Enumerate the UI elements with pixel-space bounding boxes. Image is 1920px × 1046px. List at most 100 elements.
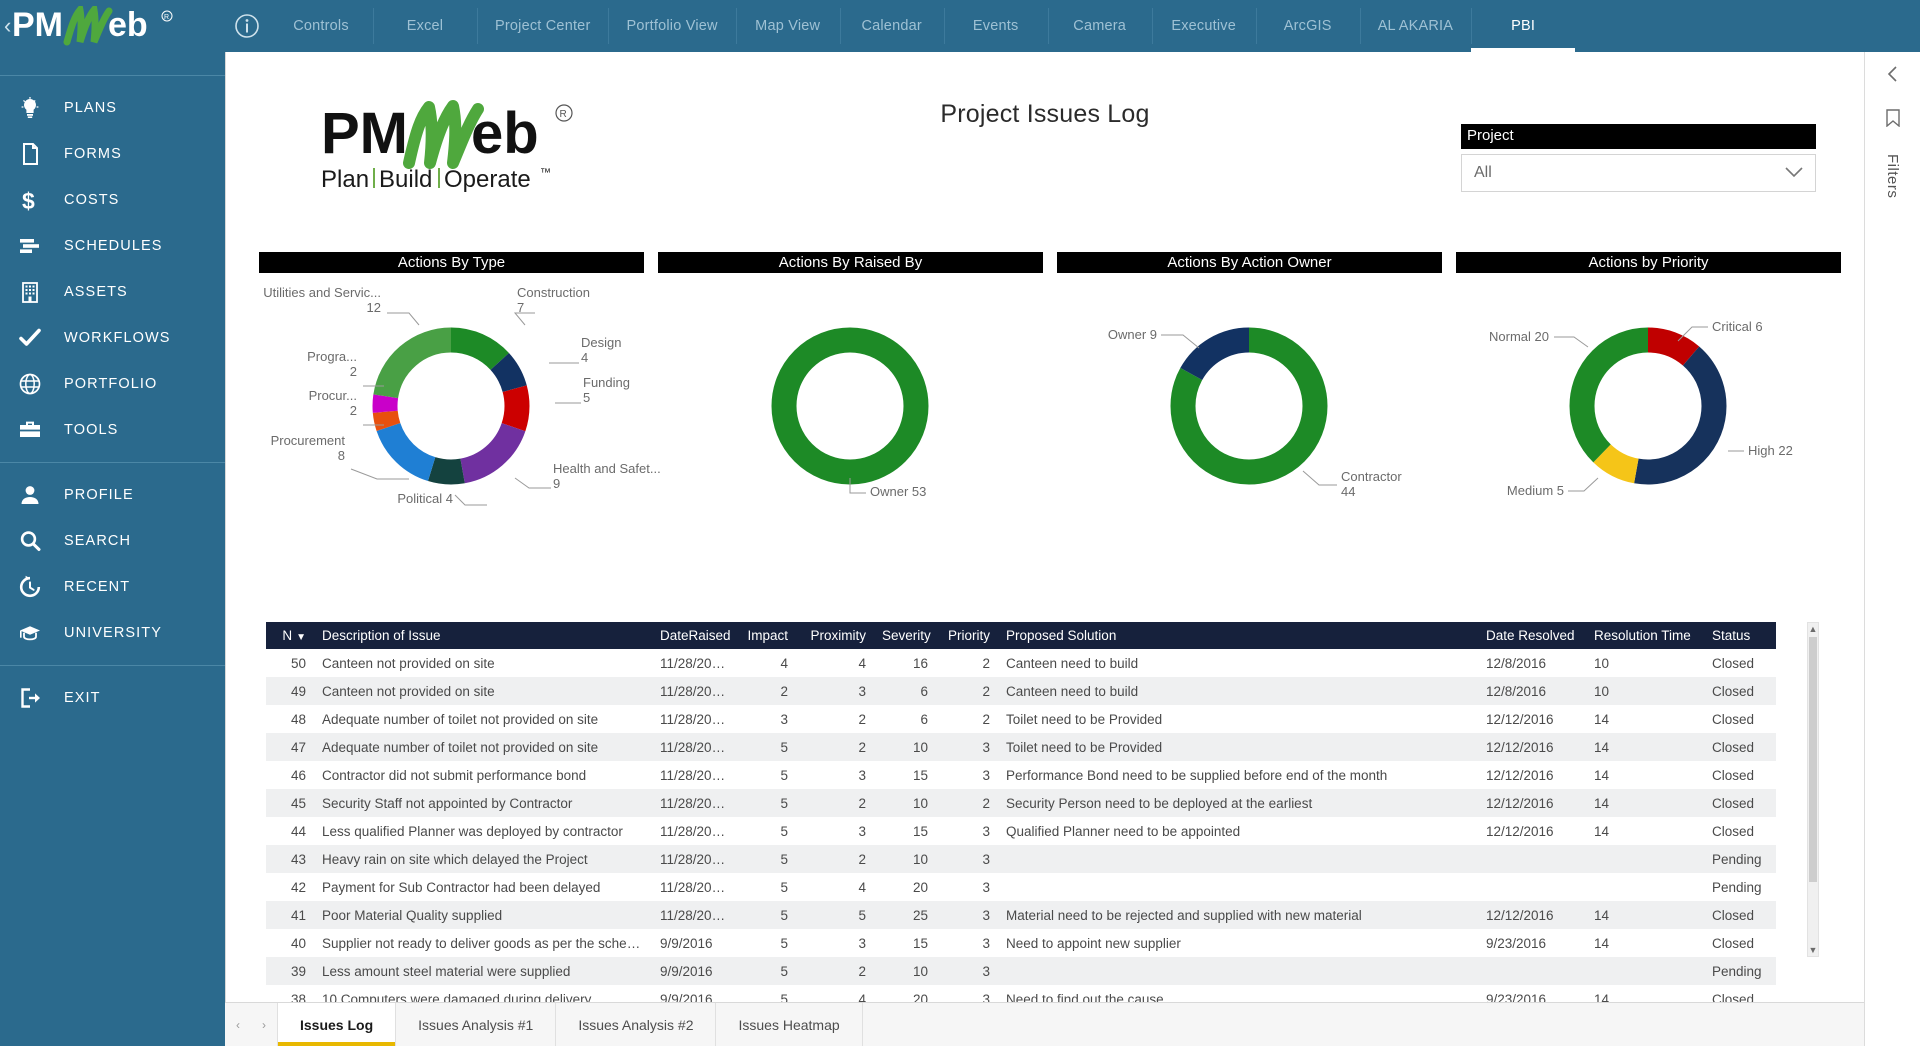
sidebar-item-costs[interactable]: $ COSTS (0, 177, 225, 223)
table-row[interactable]: 41Poor Material Quality supplied11/28/20… (266, 901, 1776, 929)
table-row[interactable]: 46Contractor did not submit performance … (266, 761, 1776, 789)
slice-label-value: 44 (1341, 484, 1355, 499)
collapse-sidebar-icon[interactable]: ‹ (4, 15, 11, 37)
tab-prev-button[interactable]: ‹ (236, 1018, 240, 1032)
nav-item-project-center[interactable]: Project Center (477, 0, 608, 52)
col-header-resolution-time[interactable]: Resolution Time (1586, 622, 1704, 649)
col-header-status[interactable]: Status (1704, 622, 1776, 649)
sidebar-item-schedules[interactable]: SCHEDULES (0, 223, 225, 269)
table-cell-impact: 5 (734, 789, 796, 817)
table-row[interactable]: 48Adequate number of toilet not provided… (266, 705, 1776, 733)
graduation-cap-icon (18, 621, 64, 645)
table-cell-n: 40 (266, 929, 314, 957)
nav-item-events[interactable]: Events (944, 0, 1048, 52)
nav-item-controls[interactable]: Controls (269, 0, 373, 52)
bookmark-icon[interactable] (1885, 109, 1901, 132)
sidebar-item-recent[interactable]: RECENT (0, 564, 225, 610)
chart-actions-by-action-owner[interactable]: Actions By Action Owner (1057, 252, 1442, 563)
scroll-down-arrow-icon[interactable]: ▼ (1808, 944, 1818, 956)
table-row[interactable]: 45Security Staff not appointed by Contra… (266, 789, 1776, 817)
table-row[interactable]: 44Less qualified Planner was deployed by… (266, 817, 1776, 845)
col-header-description[interactable]: Description of Issue (314, 622, 652, 649)
chart-actions-by-raised-by[interactable]: Actions By Raised By Owner 53 (658, 252, 1043, 563)
nav-label: Project Center (495, 18, 590, 34)
sidebar-item-label: SCHEDULES (64, 238, 163, 254)
slice-label-text: Contractor (1341, 469, 1402, 484)
sidebar-item-label: PORTFOLIO (64, 376, 157, 392)
table-row[interactable]: 39Less amount steel material were suppli… (266, 957, 1776, 985)
tab-issues-log[interactable]: Issues Log (277, 1003, 396, 1046)
nav-item-arcgis[interactable]: ArcGIS (1256, 0, 1360, 52)
table-row[interactable]: 47Adequate number of toilet not provided… (266, 733, 1776, 761)
nav-item-pbi[interactable]: PBI (1471, 0, 1575, 52)
table-cell-proximity: 3 (796, 817, 874, 845)
sidebar-item-forms[interactable]: FORMS (0, 131, 225, 177)
sort-desc-icon[interactable]: ▼ (296, 632, 306, 643)
table-row[interactable]: 49Canteen not provided on site11/28/2016… (266, 677, 1776, 705)
sidebar-item-workflows[interactable]: WORKFLOWS (0, 315, 225, 361)
table-cell-resolution-time: 14 (1586, 901, 1704, 929)
table-row[interactable]: 42Payment for Sub Contractor had been de… (266, 873, 1776, 901)
nav-item-al-akaria[interactable]: AL AKARIA (1360, 0, 1471, 52)
nav-item-calendar[interactable]: Calendar (840, 0, 944, 52)
sidebar-item-label: EXIT (64, 690, 101, 706)
col-header-n[interactable]: N▼ (266, 622, 314, 649)
info-icon[interactable] (225, 13, 269, 39)
slice-label-critical: Critical 6 (1712, 319, 1763, 334)
tab-issues-analysis-2[interactable]: Issues Analysis #2 (556, 1003, 716, 1046)
col-header-date-resolved[interactable]: Date Resolved (1478, 622, 1586, 649)
table-cell-impact: 2 (734, 677, 796, 705)
sidebar-item-plans[interactable]: PLANS (0, 85, 225, 131)
nav-item-portfolio-view[interactable]: Portfolio View (608, 0, 735, 52)
table-cell-severity: 15 (874, 929, 936, 957)
col-header-proposed-solution[interactable]: Proposed Solution (998, 622, 1478, 649)
scrollbar-thumb[interactable] (1809, 637, 1817, 882)
project-dropdown[interactable]: All (1461, 154, 1816, 192)
donut-actions-by-raised-by (658, 273, 1043, 563)
table-vertical-scrollbar[interactable]: ▲ ▼ (1807, 622, 1819, 957)
scroll-up-arrow-icon[interactable]: ▲ (1808, 623, 1818, 635)
chevron-down-icon[interactable] (1785, 166, 1803, 181)
nav-item-executive[interactable]: Executive (1152, 0, 1256, 52)
sidebar-item-assets[interactable]: ASSETS (0, 269, 225, 315)
slice-label-procurement: Procurement 8 (239, 433, 345, 463)
table-cell-proposed-solution: Toilet need to be Provided (998, 705, 1478, 733)
table-row[interactable]: 40Supplier not ready to deliver goods as… (266, 929, 1776, 957)
col-header-severity[interactable]: Severity (874, 622, 936, 649)
slice-label-health-and-safety: Health and Safet... 9 (553, 461, 661, 491)
tab-next-button[interactable]: › (262, 1018, 266, 1032)
sidebar-item-exit[interactable]: EXIT (0, 675, 225, 721)
sidebar-item-profile[interactable]: PROFILE (0, 472, 225, 518)
nav-item-excel[interactable]: Excel (373, 0, 477, 52)
nav-item-map-view[interactable]: Map View (736, 0, 840, 52)
col-header-dateraised[interactable]: DateRaised (652, 622, 734, 649)
sidebar-item-tools[interactable]: TOOLS (0, 407, 225, 453)
col-header-impact[interactable]: Impact (734, 622, 796, 649)
table-row[interactable]: 50Canteen not provided on site11/28/2016… (266, 649, 1776, 677)
table-cell-date-resolved: 12/12/2016 (1478, 789, 1586, 817)
sidebar-item-label: FORMS (64, 146, 122, 162)
col-header-proximity[interactable]: Proximity (796, 622, 874, 649)
sidebar-item-university[interactable]: UNIVERSITY (0, 610, 225, 656)
chart-actions-by-type[interactable]: Actions By Type (259, 252, 644, 563)
col-header-priority[interactable]: Priority (936, 622, 998, 649)
nav-item-camera[interactable]: Camera (1048, 0, 1152, 52)
sidebar-item-portfolio[interactable]: PORTFOLIO (0, 361, 225, 407)
table-cell-n: 41 (266, 901, 314, 929)
table-cell-resolution-time: 14 (1586, 761, 1704, 789)
pmweb-logo-icon: PM eb R (12, 6, 182, 46)
table-cell-n: 47 (266, 733, 314, 761)
table-cell-priority: 2 (936, 649, 998, 677)
table-cell-proximity: 3 (796, 677, 874, 705)
tab-issues-analysis-1[interactable]: Issues Analysis #1 (396, 1003, 556, 1046)
chart-actions-by-priority[interactable]: Actions by Priority (1456, 252, 1841, 563)
sidebar-item-search[interactable]: SEARCH (0, 518, 225, 564)
tab-issues-heatmap[interactable]: Issues Heatmap (716, 1003, 862, 1046)
table-cell-dateraised: 11/28/2016 (652, 733, 734, 761)
app-logo[interactable]: ‹ PM eb R (0, 0, 225, 52)
table-cell-priority: 2 (936, 677, 998, 705)
chevron-left-icon[interactable] (1886, 66, 1900, 87)
table-row[interactable]: 43Heavy rain on site which delayed the P… (266, 845, 1776, 873)
table-cell-n: 49 (266, 677, 314, 705)
slice-label-owner: Owner 53 (870, 484, 926, 499)
